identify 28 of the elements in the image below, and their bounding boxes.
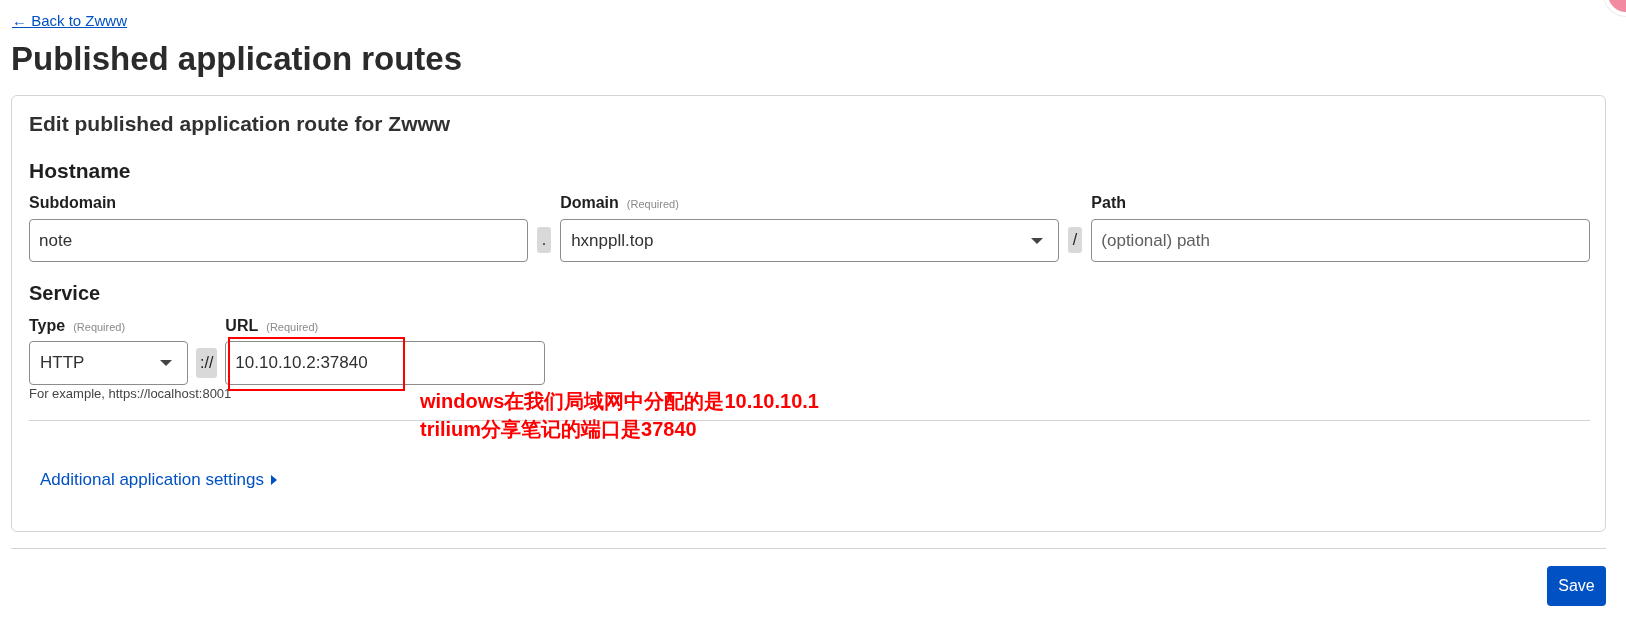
text-input[interactable]: 10.10.10.2:37840 [225, 341, 546, 385]
page-title: Published application routes [11, 39, 464, 79]
caret-icon [160, 360, 172, 366]
additional-settings-toggle[interactable]: Additional application settings [40, 469, 277, 491]
field-label: Subdomain [29, 193, 117, 213]
dropdown-select[interactable]: hxnppll.top [560, 219, 1059, 262]
save-button[interactable]: Save [1547, 566, 1606, 606]
required-hint: (Required) [266, 320, 319, 334]
annotation-text: trilium分享笔记的端口是37840 [420, 417, 697, 442]
text-input[interactable]: (optional) path [1091, 219, 1590, 262]
section-heading: Service [29, 281, 102, 306]
back-link[interactable]: ← Back to Zwww [12, 11, 128, 31]
card-heading: Edit published application route for Zwww [29, 111, 452, 137]
dropdown-select[interactable]: HTTP [29, 341, 188, 385]
required-hint: (Required) [73, 320, 126, 334]
required-hint: (Required) [626, 197, 679, 211]
field-label: Path [1091, 193, 1126, 213]
caret-icon [1030, 237, 1043, 244]
helper-text: For example, https://localhost:8001 [29, 386, 232, 402]
separator-chip: :// [196, 348, 218, 378]
field-label: URL [225, 316, 259, 336]
text-input[interactable]: note [29, 219, 528, 262]
section-heading: Hostname [29, 158, 132, 184]
field-label: Domain [560, 193, 619, 213]
separator-chip: / [1067, 227, 1083, 253]
field-label: Type [29, 316, 66, 336]
separator-chip: . [536, 227, 552, 253]
annotation-text: windows在我们局域网中分配的是10.10.10.1 [420, 389, 819, 414]
